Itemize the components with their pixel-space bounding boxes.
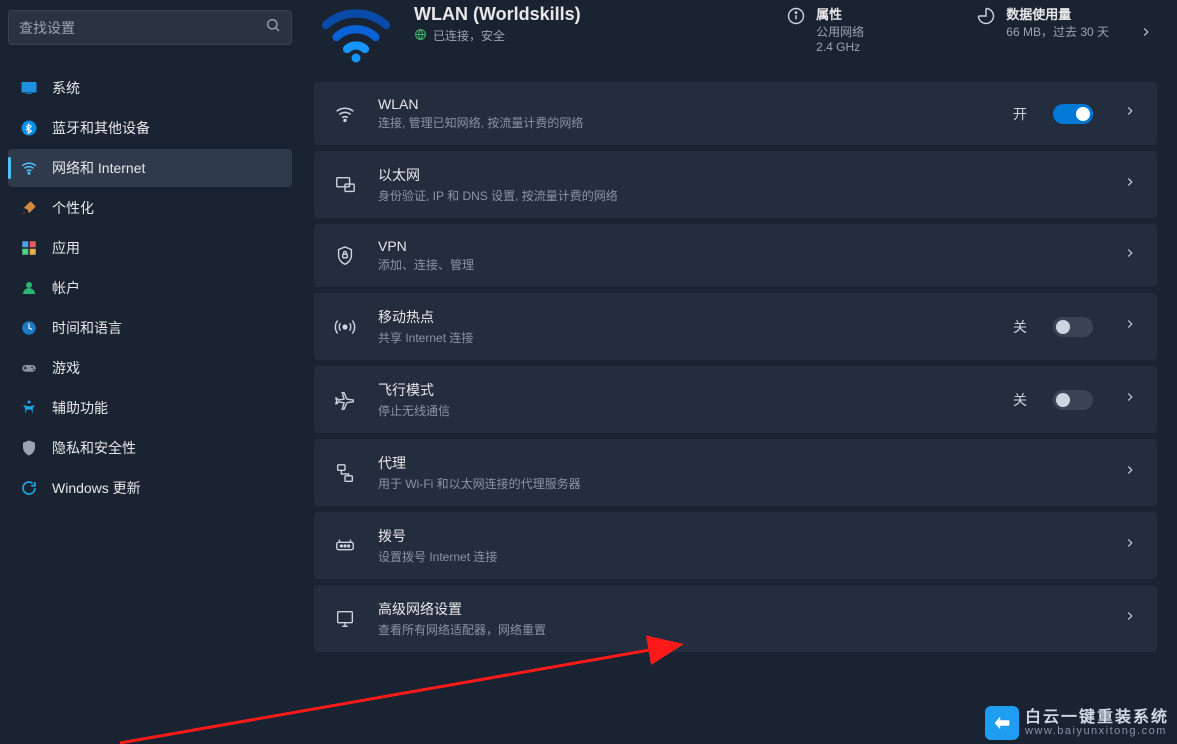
card-title: 以太网 xyxy=(378,165,1101,185)
nav-accounts[interactable]: 帐户 xyxy=(8,269,292,307)
clock-globe-icon xyxy=(20,319,38,337)
props-line2: 2.4 GHz xyxy=(816,40,864,54)
nav-label: Windows 更新 xyxy=(52,478,141,498)
search-input[interactable] xyxy=(19,20,265,36)
card-title: 代理 xyxy=(378,453,1101,473)
shield-icon xyxy=(20,439,38,457)
hotspot-toggle[interactable] xyxy=(1053,317,1093,337)
dialup-icon xyxy=(334,535,356,557)
card-vpn[interactable]: VPN 添加、连接、管理 xyxy=(314,224,1157,287)
network-title: WLAN (Worldskills) xyxy=(414,4,674,25)
nav-label: 系统 xyxy=(52,78,80,98)
info-icon xyxy=(786,6,806,26)
card-sub: 设置拨号 Internet 连接 xyxy=(378,548,1101,565)
wifi-large-icon xyxy=(318,4,394,64)
card-airplane[interactable]: 飞行模式 停止无线通信 关 xyxy=(314,366,1157,433)
card-sub: 用于 Wi-Fi 和以太网连接的代理服务器 xyxy=(378,475,1101,492)
card-dialup[interactable]: 拨号 设置拨号 Internet 连接 xyxy=(314,512,1157,579)
chevron-right-icon xyxy=(1139,25,1153,44)
apps-icon xyxy=(20,239,38,257)
nav-label: 时间和语言 xyxy=(52,318,122,338)
nav-gaming[interactable]: 游戏 xyxy=(8,349,292,387)
sidebar: 系统 蓝牙和其他设备 网络和 Internet 个性化 应用 帐户 xyxy=(0,0,300,744)
nav-bluetooth[interactable]: 蓝牙和其他设备 xyxy=(8,109,292,147)
card-sub: 身份验证, IP 和 DNS 设置, 按流量计费的网络 xyxy=(378,187,1101,204)
globe-icon xyxy=(414,28,427,44)
props-label: 属性 xyxy=(816,4,864,23)
usage-line1: 66 MB，过去 30 天 xyxy=(1006,23,1109,40)
proxy-icon xyxy=(334,462,356,484)
person-icon xyxy=(20,279,38,297)
search-icon xyxy=(265,17,281,38)
card-ethernet[interactable]: 以太网 身份验证, IP 和 DNS 设置, 按流量计费的网络 xyxy=(314,151,1157,218)
card-title: 飞行模式 xyxy=(378,380,991,400)
chevron-right-icon xyxy=(1123,317,1137,336)
chevron-right-icon xyxy=(1123,536,1137,555)
nav-label: 网络和 Internet xyxy=(52,158,145,178)
wifi-icon xyxy=(334,103,356,125)
network-header: WLAN (Worldskills) 已连接，安全 属性 公用网络 2.4 GH… xyxy=(314,0,1157,82)
nav-windows-update[interactable]: Windows 更新 xyxy=(8,469,292,507)
chevron-right-icon xyxy=(1123,609,1137,628)
card-sub: 添加、连接、管理 xyxy=(378,256,1101,273)
network-adapter-icon xyxy=(334,608,356,630)
card-advanced-network[interactable]: 高级网络设置 查看所有网络适配器，网络重置 xyxy=(314,585,1157,652)
gamepad-icon xyxy=(20,359,38,377)
toggle-label: 开 xyxy=(1013,104,1027,124)
accessibility-icon xyxy=(20,399,38,417)
chevron-right-icon xyxy=(1123,463,1137,482)
nav-label: 个性化 xyxy=(52,198,94,218)
card-title: WLAN xyxy=(378,96,991,112)
data-usage-link[interactable]: 数据使用量 66 MB，过去 30 天 xyxy=(976,4,1109,40)
toggle-label: 关 xyxy=(1013,390,1027,410)
hotspot-icon xyxy=(334,316,356,338)
nav-time-language[interactable]: 时间和语言 xyxy=(8,309,292,347)
chevron-right-icon xyxy=(1123,246,1137,265)
chevron-right-icon xyxy=(1123,175,1137,194)
card-proxy[interactable]: 代理 用于 Wi-Fi 和以太网连接的代理服务器 xyxy=(314,439,1157,506)
wifi-icon xyxy=(20,159,38,177)
data-usage-icon xyxy=(976,6,996,26)
card-title: 高级网络设置 xyxy=(378,599,1101,619)
update-icon xyxy=(20,479,38,497)
chevron-right-icon xyxy=(1123,104,1137,123)
card-sub: 查看所有网络适配器，网络重置 xyxy=(378,621,1101,638)
nav-system[interactable]: 系统 xyxy=(8,69,292,107)
nav-label: 隐私和安全性 xyxy=(52,438,136,458)
airplane-icon xyxy=(334,389,356,411)
nav-label: 游戏 xyxy=(52,358,80,378)
card-title: 移动热点 xyxy=(378,307,991,327)
nav-accessibility[interactable]: 辅助功能 xyxy=(8,389,292,427)
main-content: WLAN (Worldskills) 已连接，安全 属性 公用网络 2.4 GH… xyxy=(300,0,1177,744)
card-sub: 共享 Internet 连接 xyxy=(378,329,991,346)
airplane-toggle[interactable] xyxy=(1053,390,1093,410)
ethernet-icon xyxy=(334,174,356,196)
props-line1: 公用网络 xyxy=(816,23,864,40)
nav-label: 帐户 xyxy=(52,278,80,298)
toggle-label: 关 xyxy=(1013,317,1027,337)
card-hotspot[interactable]: 移动热点 共享 Internet 连接 关 xyxy=(314,293,1157,360)
nav-label: 辅助功能 xyxy=(52,398,108,418)
bluetooth-icon xyxy=(20,119,38,137)
nav-label: 应用 xyxy=(52,238,80,258)
wlan-toggle[interactable] xyxy=(1053,104,1093,124)
display-icon xyxy=(20,79,38,97)
search-box[interactable] xyxy=(8,10,292,45)
properties-link[interactable]: 属性 公用网络 2.4 GHz xyxy=(786,4,864,54)
usage-label: 数据使用量 xyxy=(1006,4,1109,23)
nav-label: 蓝牙和其他设备 xyxy=(52,118,150,138)
chevron-right-icon xyxy=(1123,390,1137,409)
paintbrush-icon xyxy=(20,199,38,217)
nav-apps[interactable]: 应用 xyxy=(8,229,292,267)
network-status: 已连接，安全 xyxy=(433,27,505,44)
nav-network[interactable]: 网络和 Internet xyxy=(8,149,292,187)
card-sub: 停止无线通信 xyxy=(378,402,991,419)
card-title: 拨号 xyxy=(378,526,1101,546)
nav-personalize[interactable]: 个性化 xyxy=(8,189,292,227)
shield-lock-icon xyxy=(334,245,356,267)
nav-privacy[interactable]: 隐私和安全性 xyxy=(8,429,292,467)
card-sub: 连接, 管理已知网络, 按流量计费的网络 xyxy=(378,114,991,131)
card-title: VPN xyxy=(378,238,1101,254)
card-wlan[interactable]: WLAN 连接, 管理已知网络, 按流量计费的网络 开 xyxy=(314,82,1157,145)
